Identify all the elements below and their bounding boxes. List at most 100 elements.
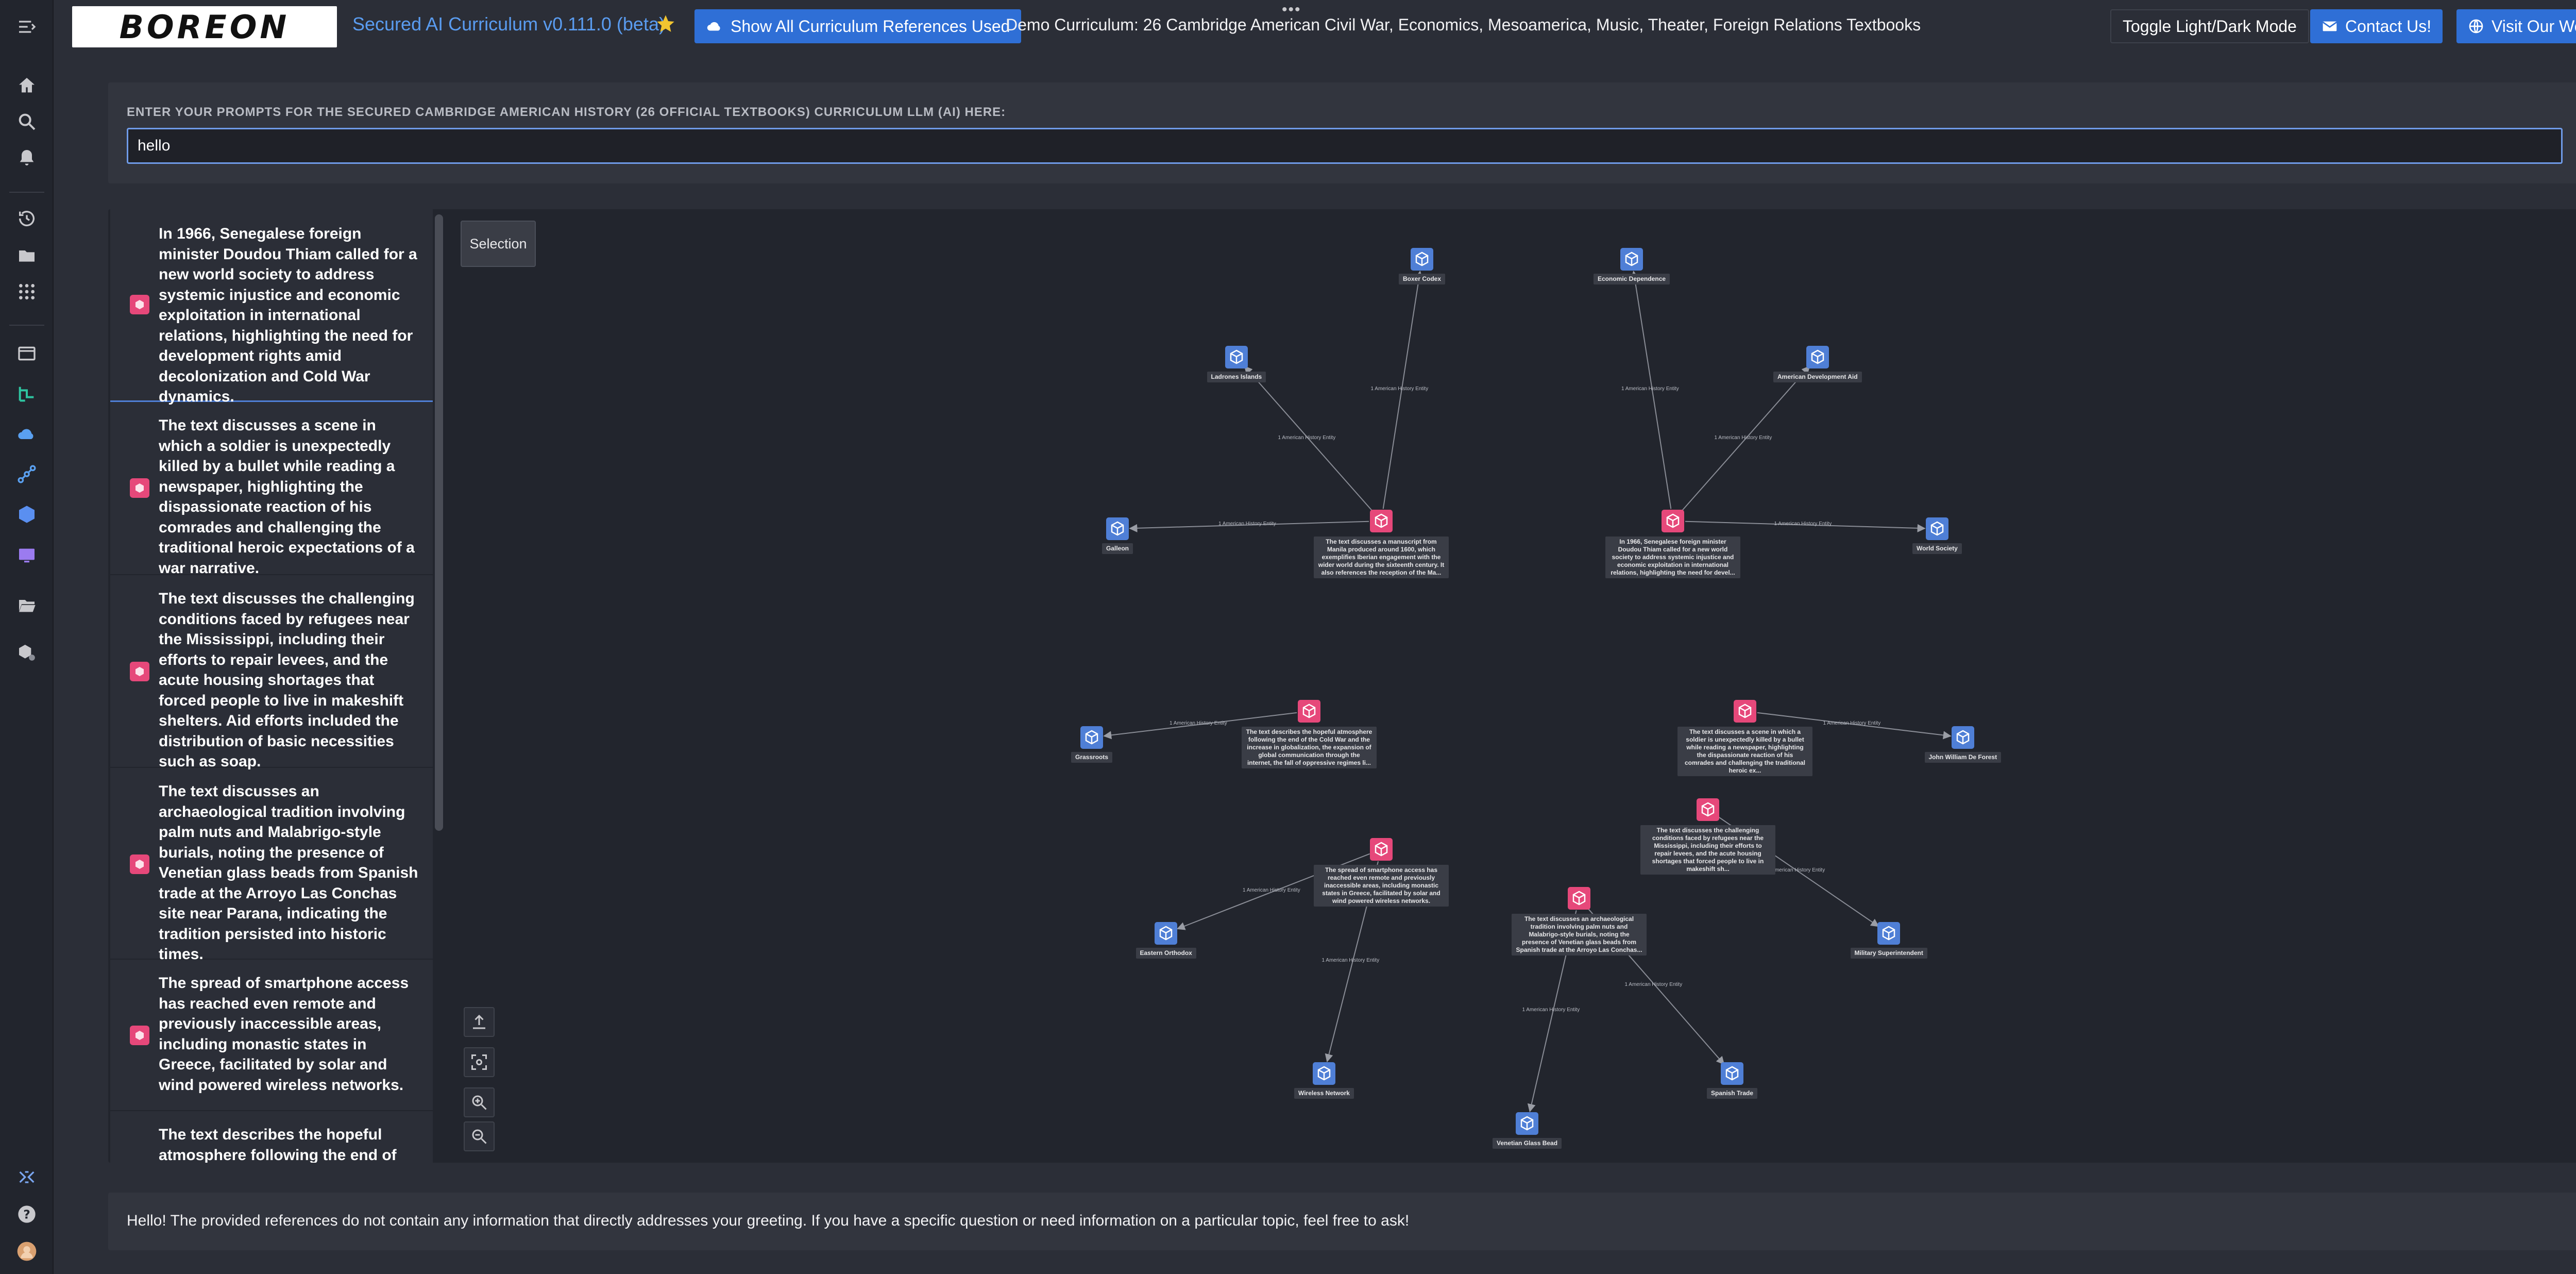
edge-label: 1 American History Entity [1218, 521, 1276, 527]
home-icon[interactable] [14, 73, 39, 98]
edge-label: 1 American History Entity [1621, 386, 1679, 392]
mail-icon [2322, 21, 2337, 31]
logo-text: BOREON [119, 8, 290, 46]
drag-handle-icon[interactable]: ••• [1282, 1, 1301, 19]
cube-icon[interactable] [14, 502, 39, 527]
demo-curriculum-text: Demo Curriculum: 26 Cambridge American C… [1006, 15, 1921, 34]
entity-node-label: American Development Aid [1773, 372, 1862, 382]
star-icon[interactable] [655, 13, 676, 34]
edge-label: 1 American History Entity [1321, 957, 1380, 963]
cloud-icon [707, 22, 720, 31]
edge-label: 1 American History Entity [1823, 720, 1881, 726]
entity-node[interactable] [1516, 1112, 1538, 1135]
search-icon[interactable] [14, 109, 39, 134]
zoom-out-icon [472, 1129, 487, 1144]
globe-icon [2469, 19, 2483, 33]
entity-node[interactable] [1225, 346, 1248, 368]
rail-divider [9, 192, 44, 193]
entity-node[interactable] [1313, 1062, 1335, 1085]
answer-text: Hello! The provided references do not co… [127, 1212, 1410, 1229]
edge-label: 1 American History Entity [1170, 720, 1227, 726]
entity-node-label: Ladrones Islands [1207, 372, 1266, 382]
visit-website-label: Visit Our Website [2492, 16, 2576, 36]
entity-node-label: Galleon [1102, 543, 1133, 554]
contact-button[interactable]: Contact Us! [2310, 9, 2443, 43]
document-node-label: The text discusses an archaeological tra… [1512, 914, 1647, 955]
visit-website-button[interactable]: Visit Our Website [2456, 9, 2576, 43]
boreon-logo[interactable]: BOREON [72, 6, 337, 47]
folder-icon[interactable] [14, 243, 39, 268]
edge-label: 1 American History Entity [1767, 867, 1825, 873]
fit-view-button[interactable] [464, 1047, 495, 1077]
network-icon[interactable] [14, 462, 39, 487]
entity-node[interactable] [1806, 346, 1829, 368]
avatar[interactable] [14, 1239, 39, 1264]
entity-node[interactable] [1620, 248, 1643, 271]
edge-label: 1 American History Entity [1278, 435, 1336, 441]
upload-icon [473, 1014, 485, 1029]
history-icon[interactable] [14, 206, 39, 231]
document-node[interactable] [1734, 700, 1756, 723]
edge-label: 1 American History Entity [1624, 982, 1683, 987]
document-node-label: The text discusses a scene in which a so… [1677, 727, 1812, 776]
document-node[interactable] [1697, 798, 1719, 821]
entity-node[interactable] [1952, 726, 1974, 749]
document-node-label: The text describes the hopeful atmospher… [1242, 727, 1377, 768]
help-icon[interactable]: ? [14, 1202, 39, 1227]
flow-icon[interactable] [14, 381, 39, 406]
zoom-in-icon [472, 1095, 487, 1110]
cloud-icon[interactable] [14, 422, 39, 446]
document-node[interactable] [1370, 838, 1393, 861]
bell-icon[interactable] [14, 145, 39, 170]
entity-node[interactable] [1155, 922, 1177, 945]
svg-text:?: ? [23, 1207, 30, 1221]
entity-node-label: Military Superintendent [1850, 948, 1927, 959]
document-node-label: The text discusses a manuscript from Man… [1314, 537, 1449, 578]
document-node-label: The text discusses the challenging condi… [1640, 825, 1775, 875]
prompt-label: ENTER YOUR PROMPTS FOR THE SECURED CAMBR… [127, 105, 1006, 119]
app-title: Secured AI Curriculum v0.111.0 (beta) [352, 13, 665, 35]
entity-node-label: Spanish Trade [1707, 1088, 1758, 1099]
cube-gear-icon[interactable] [14, 640, 39, 665]
entity-node[interactable] [1080, 726, 1103, 749]
graph-panel: In 1966, Senegalese foreign minister Dou… [108, 209, 2576, 1163]
document-node[interactable] [1662, 510, 1684, 532]
grid-icon[interactable] [14, 279, 39, 304]
entity-node-label: World Society [1912, 543, 1962, 554]
edge-label: 1 American History Entity [1714, 435, 1772, 441]
double-x-icon[interactable] [14, 1165, 39, 1189]
fit-view-icon [471, 1054, 487, 1070]
folder-open-icon[interactable] [14, 593, 39, 617]
document-node[interactable] [1370, 510, 1393, 532]
entity-node[interactable] [1106, 517, 1129, 540]
entity-node-label: Boxer Codex [1399, 274, 1446, 284]
monitor-icon[interactable] [14, 543, 39, 568]
entity-node-label: Grassroots [1071, 752, 1113, 763]
contact-label: Contact Us! [2345, 16, 2432, 36]
entity-node[interactable] [1926, 517, 1948, 540]
edge-label: 1 American History Entity [1522, 1007, 1580, 1013]
toggle-theme-button[interactable]: Toggle Light/Dark Mode [2110, 9, 2309, 43]
show-references-button[interactable]: Show All Curriculum References Used [694, 9, 1022, 43]
entity-node-label: Venetian Glass Bead [1493, 1138, 1562, 1149]
zoom-out-button[interactable] [464, 1121, 495, 1151]
edge-label: 1 American History Entity [1774, 521, 1832, 527]
document-node[interactable] [1568, 887, 1590, 910]
entity-node[interactable] [1877, 922, 1900, 945]
document-node-label: In 1966, Senegalese foreign minister Dou… [1605, 537, 1740, 578]
menu-expand-icon[interactable] [14, 14, 39, 39]
document-node[interactable] [1298, 700, 1320, 723]
show-references-label: Show All Curriculum References Used [731, 16, 1010, 36]
zoom-in-button[interactable] [464, 1087, 495, 1117]
window-icon[interactable] [14, 341, 39, 366]
prompt-panel: ENTER YOUR PROMPTS FOR THE SECURED CAMBR… [108, 82, 2576, 183]
entity-node[interactable] [1411, 248, 1433, 271]
entity-node-label: Eastern Orthodox [1136, 948, 1196, 959]
answer-panel: Hello! The provided references do not co… [108, 1193, 2576, 1250]
document-node-label: The spread of smartphone access has reac… [1314, 865, 1449, 907]
prompt-input[interactable] [127, 128, 2563, 164]
top-bar: BOREON Secured AI Curriculum v0.111.0 (b… [54, 0, 2576, 54]
entity-node[interactable] [1721, 1062, 1743, 1085]
entity-node-label: John William De Forest [1924, 752, 2002, 763]
export-button[interactable] [464, 1007, 495, 1037]
